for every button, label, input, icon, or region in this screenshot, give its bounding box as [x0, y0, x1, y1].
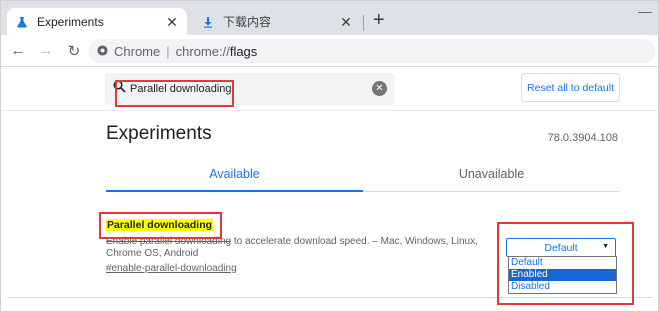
version-label: 78.0.3904.108	[547, 132, 618, 144]
active-tab-indicator	[106, 190, 363, 192]
annotation-box-title	[99, 212, 222, 239]
close-tab-icon[interactable]: ✕	[339, 15, 353, 29]
page-title: Experiments	[106, 123, 212, 144]
tab-label: Experiments	[37, 14, 104, 29]
site-label: Chrome	[114, 43, 161, 59]
close-tab-icon[interactable]: ✕	[165, 15, 179, 29]
tab-label: 下载内容	[223, 15, 272, 29]
toolbar: ← → ↻ Chrome | chrome:// flags	[1, 35, 658, 67]
annotation-box-search	[115, 80, 234, 107]
chrome-site-icon	[97, 44, 108, 59]
minimize-button[interactable]: —	[638, 3, 652, 19]
experiment-description: Enable parallel downloading to accelerat…	[106, 236, 498, 260]
reset-all-button[interactable]: Reset all to default	[521, 73, 620, 102]
experiment-link[interactable]: #enable-parallel-downloading	[106, 263, 237, 274]
tab-unavailable[interactable]: Unavailable	[363, 167, 620, 181]
url-separator: |	[166, 43, 170, 59]
tab-available[interactable]: Available	[106, 167, 363, 181]
flags-header: ✕ Reset all to default	[1, 67, 658, 111]
tab-experiments[interactable]: Experiments ✕	[7, 8, 187, 35]
browser-window: Experiments ✕ 下载内容 ✕ + — ← → ↻ Chrome | …	[0, 0, 659, 312]
flask-icon	[15, 15, 29, 29]
tab-downloads[interactable]: 下载内容 ✕	[193, 8, 361, 35]
new-tab-icon[interactable]: +	[373, 9, 385, 31]
url-scheme: chrome://	[175, 43, 230, 59]
reload-icon[interactable]: ↻	[63, 42, 85, 60]
annotation-box-select	[497, 222, 634, 305]
back-icon[interactable]: ←	[7, 42, 29, 59]
tab-strip: Experiments ✕ 下载内容 ✕ + —	[1, 1, 658, 35]
clear-search-icon[interactable]: ✕	[372, 81, 387, 96]
download-icon	[201, 15, 215, 29]
forward-icon[interactable]: →	[35, 42, 57, 59]
tab-divider	[363, 15, 364, 31]
address-bar[interactable]: Chrome | chrome:// flags	[89, 39, 655, 63]
url-host: flags	[229, 43, 258, 59]
